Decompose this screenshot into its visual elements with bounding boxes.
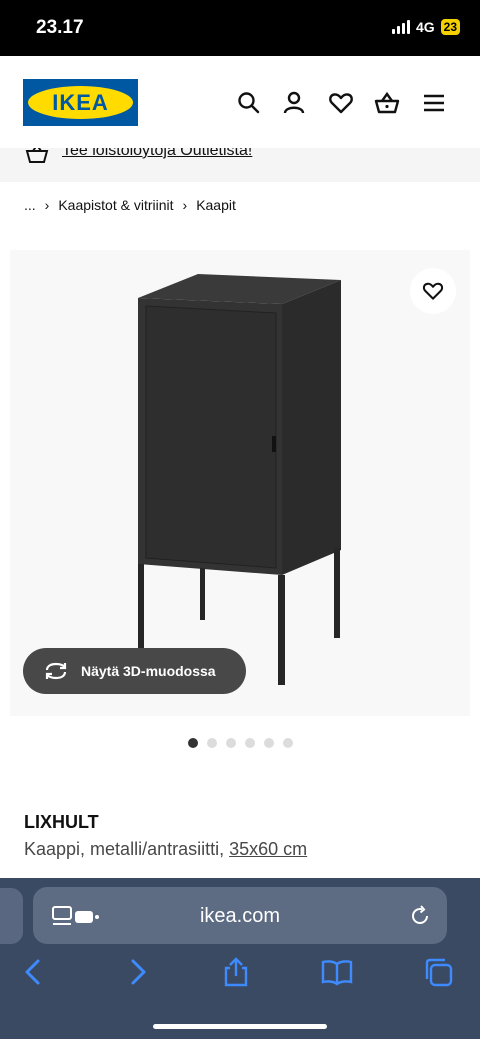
heart-icon: [422, 282, 444, 300]
breadcrumb-item[interactable]: Kaapistot & vitriinit: [58, 197, 173, 213]
gallery-dot[interactable]: [188, 738, 198, 748]
product-description: Kaappi, metalli/antrasiitti, 35x60 cm: [24, 839, 307, 860]
heart-icon[interactable]: [328, 90, 354, 116]
browser-toolbar: ikea.com: [0, 878, 480, 1039]
battery-icon: 23: [440, 19, 460, 35]
basket-icon[interactable]: [374, 90, 400, 116]
bookmarks-icon[interactable]: [321, 956, 353, 988]
gallery-dot[interactable]: [245, 738, 255, 748]
chevron-right-icon: ›: [44, 197, 50, 213]
cabinet-illustration: [138, 274, 341, 685]
tabs-icon[interactable]: [422, 956, 454, 988]
status-time: 23.17: [36, 17, 84, 38]
ikea-logo[interactable]: IKEA: [23, 79, 138, 126]
status-indicators: 4G 23: [391, 19, 460, 35]
back-icon[interactable]: [18, 956, 50, 988]
previous-tab[interactable]: [0, 888, 23, 944]
reload-icon[interactable]: [409, 905, 431, 927]
rotate-icon: [45, 662, 67, 680]
save-to-favourites-button[interactable]: [410, 268, 456, 314]
product-description-text: Kaappi, metalli/antrasiitti,: [24, 839, 230, 859]
share-icon[interactable]: [220, 956, 252, 988]
address-bar[interactable]: ikea.com: [33, 887, 447, 944]
site-header: IKEA: [0, 56, 480, 148]
menu-icon[interactable]: [421, 90, 447, 116]
gallery-dot[interactable]: [283, 738, 293, 748]
product-size-link[interactable]: 35x60 cm: [229, 839, 307, 859]
gallery-dot[interactable]: [207, 738, 217, 748]
breadcrumb: ... › Kaapistot & vitriinit › Kaapit: [24, 197, 236, 213]
product-name: LIXHULT: [24, 812, 99, 832]
search-icon[interactable]: [236, 90, 262, 116]
home-indicator[interactable]: [153, 1024, 327, 1029]
view-3d-label: Näytä 3D-muodossa: [81, 663, 216, 679]
url-text: ikea.com: [199, 905, 281, 927]
user-icon[interactable]: [281, 90, 307, 116]
network-label: 4G: [415, 19, 435, 35]
gallery-dot[interactable]: [264, 738, 274, 748]
chevron-right-icon: ›: [182, 197, 188, 213]
product-image[interactable]: [10, 250, 470, 716]
forward-icon[interactable]: [121, 956, 153, 988]
signal-icon: [391, 20, 410, 34]
breadcrumb-root[interactable]: ...: [24, 197, 36, 213]
logo-text: IKEA: [52, 89, 109, 115]
breadcrumb-item[interactable]: Kaapit: [196, 197, 236, 213]
status-bar: 23.17 4G 23: [0, 0, 480, 56]
gallery-pagination: [188, 738, 293, 748]
view-3d-button[interactable]: Näytä 3D-muodossa: [23, 648, 246, 694]
gallery-dot[interactable]: [226, 738, 236, 748]
